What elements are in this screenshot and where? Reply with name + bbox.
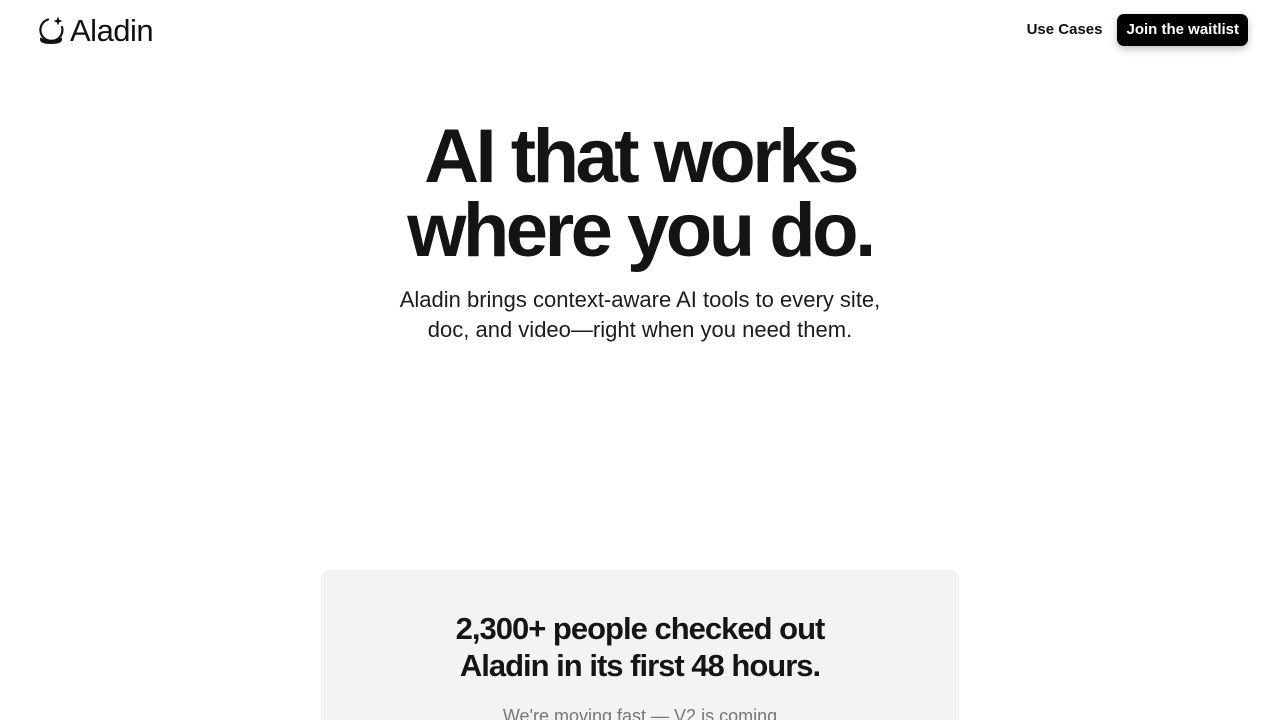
nav-use-cases[interactable]: Use Cases [1027,14,1103,46]
hero-subtitle-line-1: Aladin brings context-aware AI tools to … [399,287,881,312]
logo-text: Aladin [70,13,154,48]
site-header: Aladin Use Cases Join the waitlist [0,0,1280,62]
stats-title-line-2: Aladin in its first 48 hours. [459,648,821,683]
stats-title: 2,300+ people checked out Aladin in its … [321,610,959,684]
lamp-orb-icon [39,16,64,44]
hero-title-line-1: AI that works [424,114,859,199]
stats-note: We're moving fast — V2 is coming [502,706,778,720]
stats-title-line-1: 2,300+ people checked out [455,611,826,646]
stats-card: 2,300+ people checked out Aladin in its … [321,570,959,720]
hero-subtitle: Aladin brings context-aware AI tools to … [0,285,1280,345]
hero-subtitle-line-2: doc, and video—right when you need them. [427,317,853,342]
main-nav: Use Cases Join the waitlist [1027,14,1248,46]
hero-title-line-2: where you do. [407,188,876,273]
join-waitlist-button[interactable]: Join the waitlist [1117,14,1248,46]
logo-link[interactable]: Aladin [36,13,154,48]
landing-page: Aladin Use Cases Join the waitlist AI th… [0,0,1280,720]
hero-title: AI that works where you do. [0,114,1280,273]
